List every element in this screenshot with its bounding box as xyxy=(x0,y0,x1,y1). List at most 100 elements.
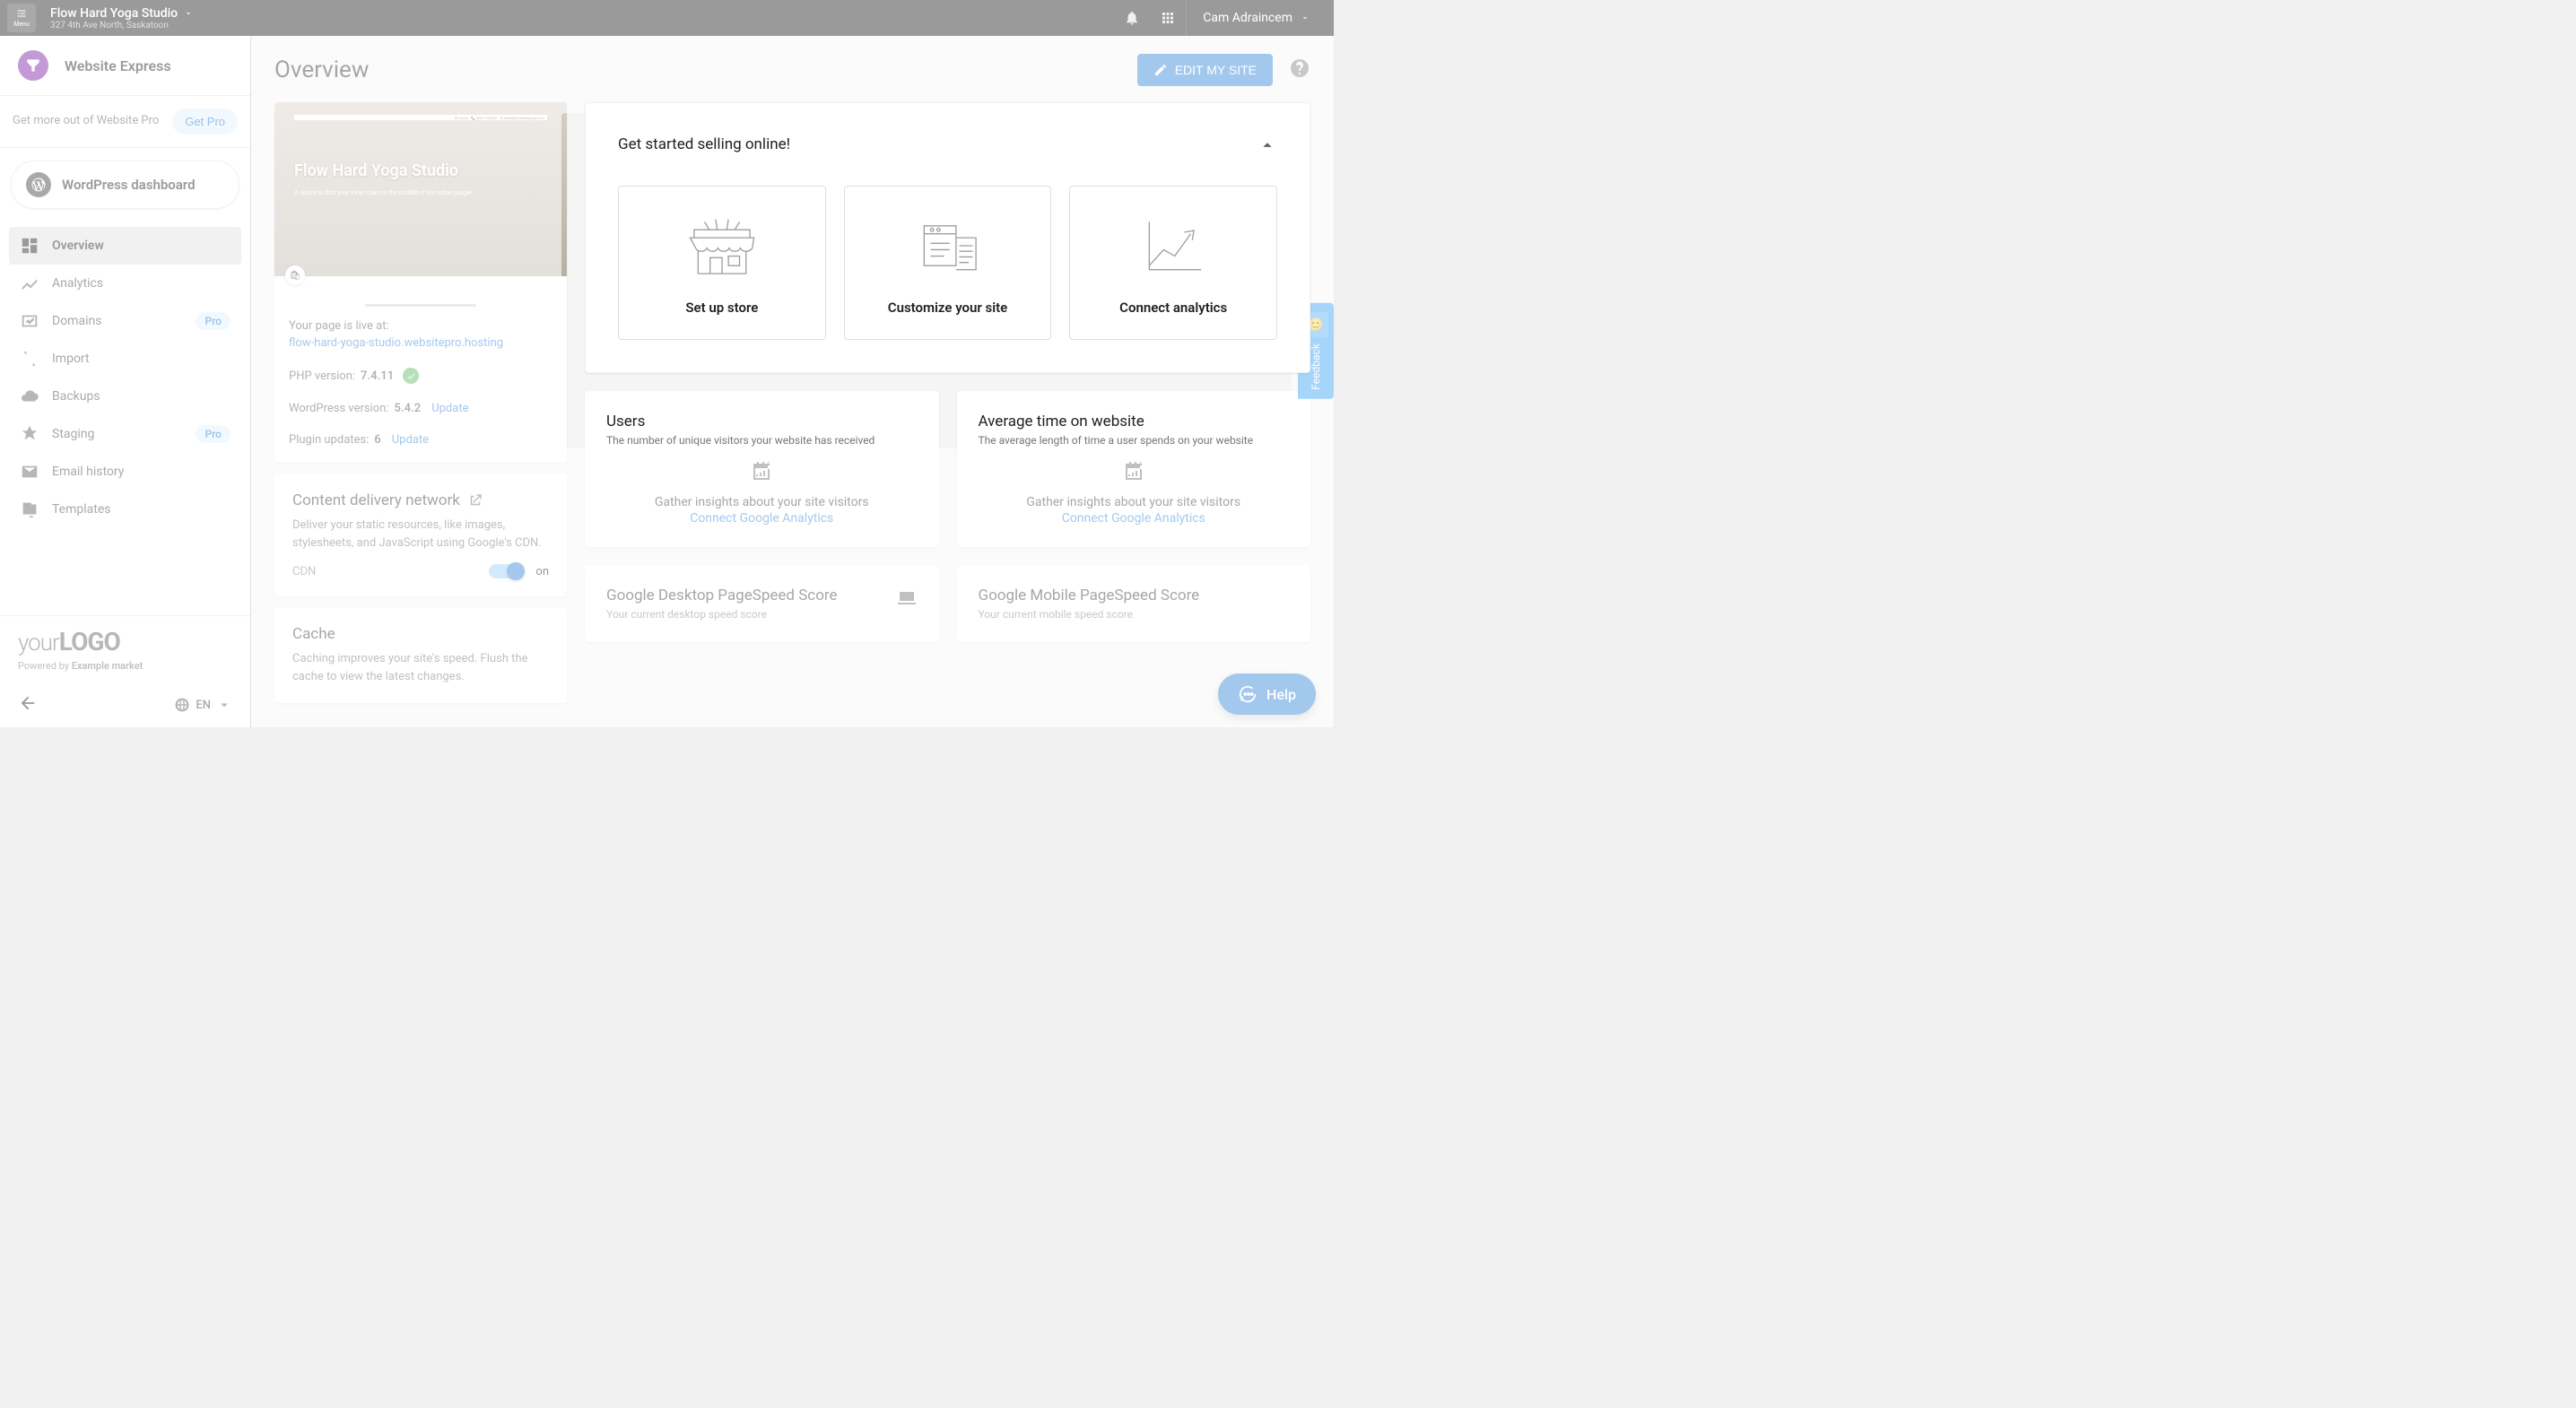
users-cta-link[interactable]: Connect Google Analytics xyxy=(606,511,918,526)
nav-label: Staging xyxy=(52,427,183,441)
get-started-title: Get started selling online! xyxy=(618,135,1277,153)
nav-list: Overview Analytics Domains Pro Import Ba… xyxy=(0,222,250,534)
partner-logo: yourLOGO xyxy=(18,627,232,656)
staging-icon xyxy=(20,424,39,444)
nav-item-email[interactable]: Email history xyxy=(9,453,241,491)
users-subtitle: The number of unique visitors your websi… xyxy=(606,434,918,447)
pro-banner-text: Get more out of Website Pro xyxy=(13,113,163,129)
help-label: Help xyxy=(1266,686,1296,703)
nav-label: Email history xyxy=(52,465,231,479)
user-menu[interactable]: Cam Adraincem xyxy=(1186,0,1327,36)
cdn-toggle[interactable] xyxy=(489,564,523,578)
pagespeed-mobile-subtitle: Your current mobile speed score xyxy=(979,608,1290,621)
pro-badge: Pro xyxy=(196,425,231,443)
plugin-update-link[interactable]: Update xyxy=(392,433,429,447)
plugin-count: 6 xyxy=(374,433,380,447)
customize-site-card[interactable]: Customize your site xyxy=(844,186,1052,340)
wp-version: 5.4.2 xyxy=(395,402,422,415)
main-header: Overview Edit my site xyxy=(274,54,1310,86)
language-selector[interactable]: EN xyxy=(174,697,232,713)
email-icon xyxy=(20,462,39,482)
nav-item-staging[interactable]: Staging Pro xyxy=(9,415,241,453)
preview-title: Flow Hard Yoga Studio xyxy=(294,161,547,180)
nav-label: Templates xyxy=(52,502,231,517)
main-content: Overview Edit my site ☰ Home📞 306 719300… xyxy=(251,36,1334,727)
laptop-icon xyxy=(896,587,918,612)
nav-item-backups[interactable]: Backups xyxy=(9,378,241,415)
brand-icon xyxy=(18,50,48,81)
nav-item-domains[interactable]: Domains Pro xyxy=(9,302,241,340)
site-card: ☰ Home📞 306 7193000✉ hello@flowhardyoga.… xyxy=(274,102,567,463)
studio-name: Flow Hard Yoga Studio xyxy=(50,6,178,21)
username: Cam Adraincem xyxy=(1203,11,1292,25)
wp-dashboard-label: WordPress dashboard xyxy=(62,177,196,193)
nav-item-overview[interactable]: Overview xyxy=(9,227,241,265)
analytics-icon xyxy=(20,274,39,293)
back-button[interactable] xyxy=(18,693,38,717)
cdn-card-title: Content delivery network xyxy=(292,491,549,509)
globe-icon xyxy=(174,697,190,713)
help-bubble[interactable]: Help xyxy=(1218,674,1316,715)
pencil-icon xyxy=(1153,63,1168,77)
nav-label: Overview xyxy=(52,239,231,253)
sidebar: Website Express Get more out of Website … xyxy=(0,36,251,727)
studio-selector[interactable]: Flow Hard Yoga Studio 327 4th Ave North,… xyxy=(50,6,194,30)
chat-icon xyxy=(1238,684,1258,704)
dashboard-icon xyxy=(20,236,39,256)
setup-store-card[interactable]: Set up store xyxy=(618,186,826,340)
php-label: PHP version: xyxy=(289,369,355,383)
setup-store-label: Set up store xyxy=(685,300,758,316)
templates-icon xyxy=(20,500,39,519)
avg-time-cta-link[interactable]: Connect Google Analytics xyxy=(979,511,1290,526)
nav-item-import[interactable]: Import xyxy=(9,340,241,378)
connect-analytics-card[interactable]: Connect analytics xyxy=(1069,186,1277,340)
edit-button-label: Edit my site xyxy=(1175,63,1257,77)
preview-scrollbar[interactable] xyxy=(365,304,476,307)
powered-by: Powered by Example market xyxy=(18,660,232,672)
avg-time-cta-text: Gather insights about your site visitors xyxy=(979,495,1290,509)
nav-label: Backups xyxy=(52,389,231,404)
edit-site-button[interactable]: Edit my site xyxy=(1137,54,1273,86)
avg-time-title: Average time on website xyxy=(979,413,1290,430)
pro-banner: Get more out of Website Pro Get Pro xyxy=(0,96,250,147)
brand-row: Website Express xyxy=(0,36,250,95)
nav-label: Import xyxy=(52,352,231,366)
chevron-down-icon xyxy=(216,697,232,713)
nav-item-analytics[interactable]: Analytics xyxy=(9,265,241,302)
analytics-chart-icon xyxy=(1133,210,1214,282)
open-in-new-icon[interactable] xyxy=(467,492,483,508)
store-icon xyxy=(682,210,762,282)
avg-time-card: Average time on website The average leng… xyxy=(957,391,1311,547)
customize-icon xyxy=(908,210,988,282)
nav-item-templates[interactable]: Templates xyxy=(9,491,241,528)
apps-icon[interactable] xyxy=(1150,10,1186,26)
collapse-button[interactable] xyxy=(1258,135,1277,159)
cdn-card: Content delivery network Deliver your st… xyxy=(274,474,567,596)
add-chart-icon xyxy=(979,461,1290,486)
wp-label: WordPress version: xyxy=(289,402,389,415)
wordpress-icon xyxy=(26,172,51,197)
cdn-toggle-state: on xyxy=(535,565,549,578)
pagespeed-mobile-card: Google Mobile PageSpeed Score Your curre… xyxy=(957,565,1311,642)
site-url-link[interactable]: flow-hard-yoga-studio.websitepro.hosting xyxy=(289,336,503,350)
help-icon-button[interactable] xyxy=(1289,57,1310,83)
cart-icon: 🛍 xyxy=(285,265,305,285)
get-pro-button[interactable]: Get Pro xyxy=(172,109,238,135)
users-title: Users xyxy=(606,413,918,430)
plugin-label: Plugin updates: xyxy=(289,433,369,447)
wp-update-link[interactable]: Update xyxy=(431,402,468,415)
import-icon xyxy=(20,349,39,369)
pagespeed-desktop-subtitle: Your current desktop speed score xyxy=(606,608,918,621)
feedback-label: Feedback xyxy=(1310,343,1322,390)
site-preview[interactable]: ☰ Home📞 306 7193000✉ hello@flowhardyoga.… xyxy=(274,102,567,276)
add-chart-icon xyxy=(606,461,918,486)
chevron-down-icon xyxy=(1300,13,1310,23)
wordpress-dashboard-button[interactable]: WordPress dashboard xyxy=(11,161,239,209)
page-title: Overview xyxy=(274,56,1137,83)
topbar: Menu Flow Hard Yoga Studio 327 4th Ave N… xyxy=(0,0,1334,36)
pro-badge: Pro xyxy=(196,312,231,330)
notifications-icon[interactable] xyxy=(1114,10,1150,26)
menu-button[interactable]: Menu xyxy=(7,4,36,32)
nav-label: Domains xyxy=(52,314,183,328)
sidebar-bottom-row: EN xyxy=(0,682,250,727)
